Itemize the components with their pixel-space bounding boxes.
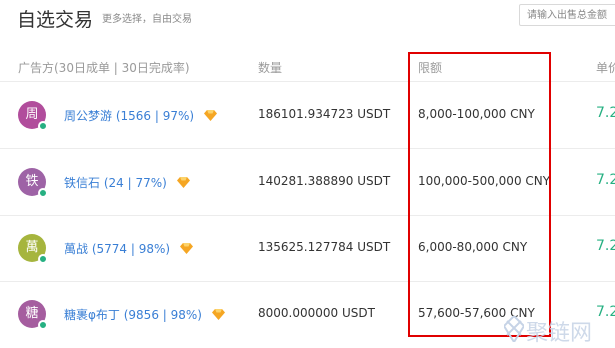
advertiser-name[interactable]: 萬战 (5774 | 98%) [64, 242, 170, 256]
column-header-price: 单价 [596, 61, 615, 75]
watermark: 聚链网 [504, 314, 615, 346]
advertiser-link[interactable]: 糖裹φ布丁 (9856 | 98%) [64, 306, 225, 323]
advertiser-link[interactable]: 铁信石 (24 | 77%) [64, 174, 190, 191]
online-dot-icon [38, 320, 48, 330]
diamond-icon [211, 309, 225, 320]
advertiser-link[interactable]: 周公梦游 (1566 | 97%) [64, 107, 217, 124]
price-cell: 7.20 [596, 238, 615, 254]
watermark-text: 聚链网 [526, 321, 593, 346]
advertiser-name[interactable]: 铁信石 (24 | 77%) [64, 176, 167, 190]
page-subtitle: 更多选择，自由交易 [102, 14, 192, 25]
online-dot-icon [38, 254, 48, 264]
online-dot-icon [38, 121, 48, 131]
online-dot-icon [38, 188, 48, 198]
quantity-cell: 186101.934723 USDT [258, 107, 391, 121]
diamond-icon [203, 110, 217, 121]
limit-column-highlight [408, 52, 551, 337]
watermark-logo-icon [504, 316, 524, 342]
quantity-cell: 135625.127784 USDT [258, 240, 391, 254]
price-cell: 7.20 [596, 172, 615, 188]
advertiser-name[interactable]: 糖裹φ布丁 (9856 | 98%) [64, 308, 202, 322]
amount-search-input[interactable] [519, 4, 615, 26]
diamond-icon [176, 177, 190, 188]
advertiser-link[interactable]: 萬战 (5774 | 98%) [64, 240, 193, 257]
quantity-cell: 8000.000000 USDT [258, 306, 375, 320]
diamond-icon [179, 243, 193, 254]
column-header-advertiser: 广告方(30日成单 | 30日完成率) [18, 61, 190, 75]
price-cell: 7.20 [596, 105, 615, 121]
quantity-cell: 140281.388890 USDT [258, 174, 391, 188]
page-title: 自选交易 [17, 9, 94, 31]
advertiser-name[interactable]: 周公梦游 (1566 | 97%) [64, 109, 194, 123]
column-header-quantity: 数量 [258, 61, 283, 75]
